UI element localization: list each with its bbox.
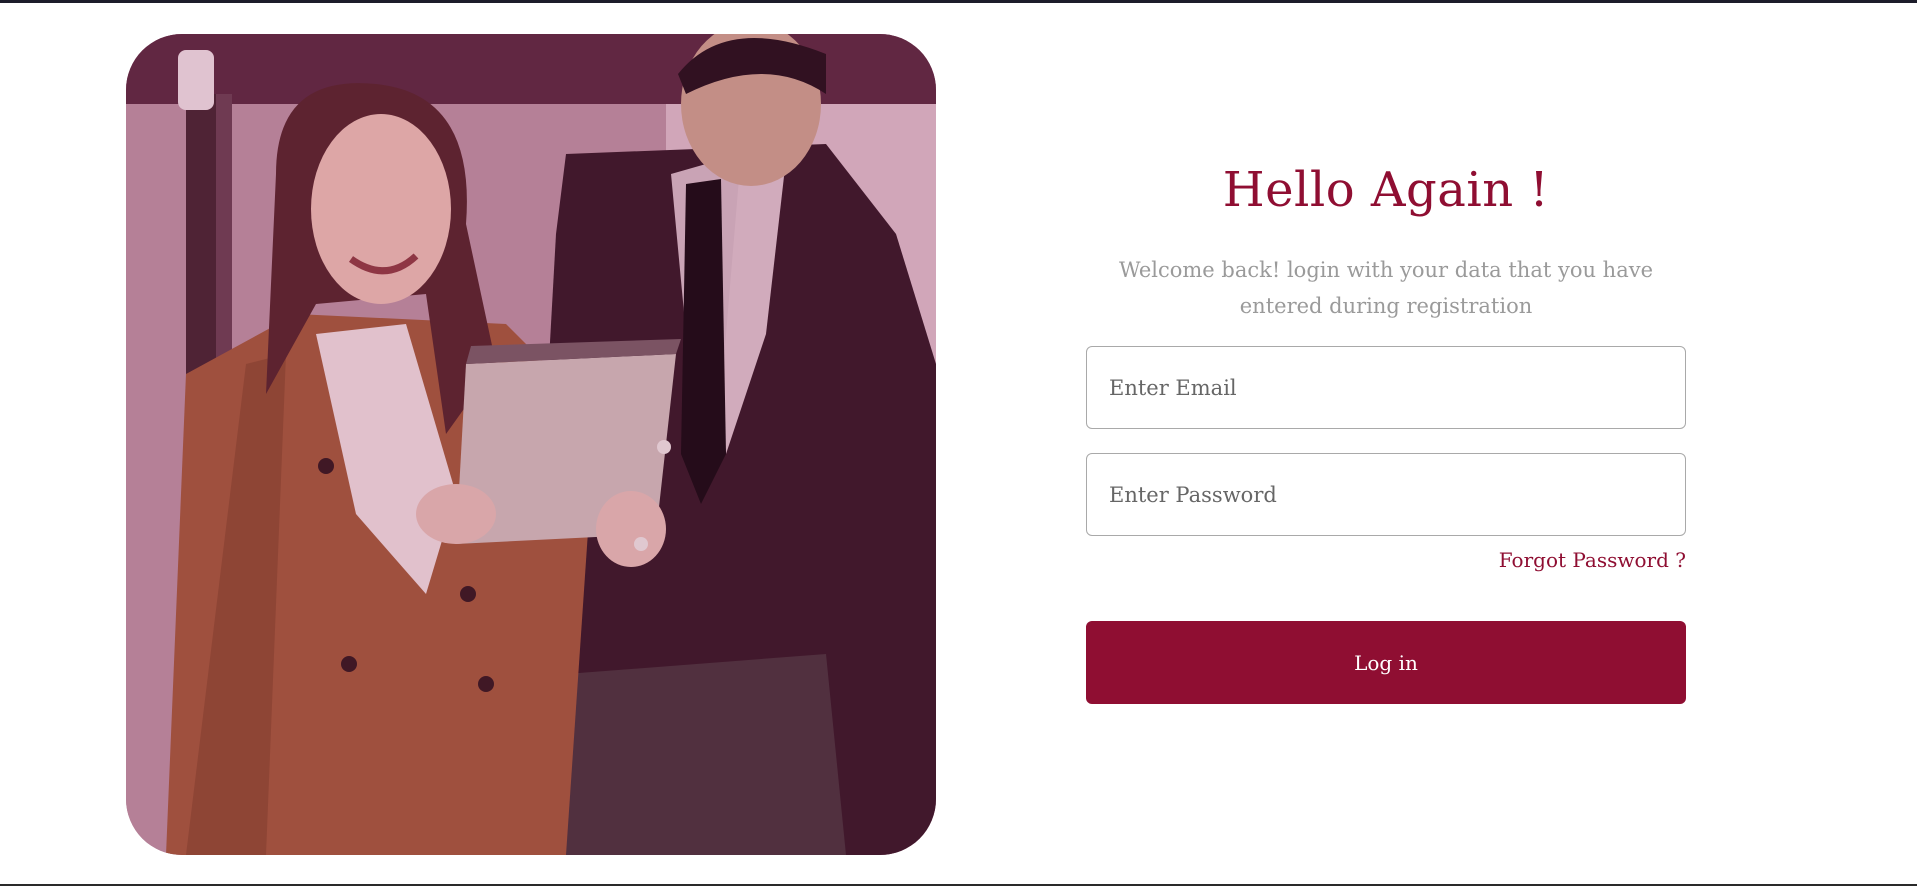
top-border xyxy=(0,0,1917,3)
password-input[interactable] xyxy=(1086,453,1686,536)
business-people-photo xyxy=(126,34,936,855)
login-title: Hello Again ! xyxy=(1222,162,1550,218)
forgot-password-link[interactable]: Forgot Password ? xyxy=(1499,548,1686,572)
login-button[interactable]: Log in xyxy=(1086,621,1686,704)
hero-image xyxy=(126,34,936,855)
forgot-password-row: Forgot Password ? xyxy=(1086,548,1686,578)
login-subtitle: Welcome back! login with your data that … xyxy=(1118,258,1654,318)
email-input[interactable] xyxy=(1086,346,1686,429)
login-form: Hello Again ! Welcome back! login with y… xyxy=(1086,150,1686,704)
